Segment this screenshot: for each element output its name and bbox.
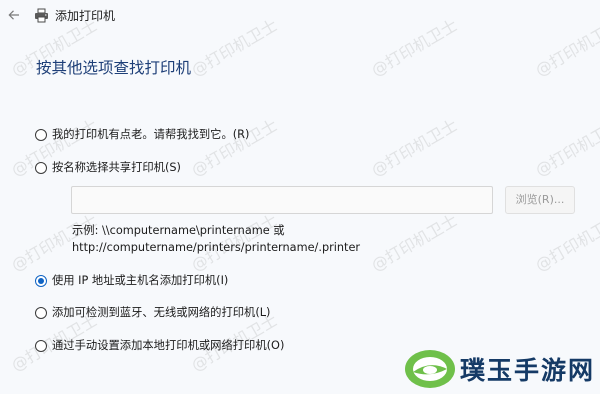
option-label: 使用 IP 地址或主机名添加打印机(I): [52, 274, 229, 287]
watermark-text: @打印机卫士: [532, 115, 600, 180]
option-manual-local-network[interactable]: 通过手动设置添加本地打印机或网络打印机(O): [35, 338, 284, 354]
option-label: 通过手动设置添加本地打印机或网络打印机(O): [52, 339, 285, 352]
shared-printer-name-input[interactable]: [71, 186, 493, 214]
option-ip-hostname[interactable]: 使用 IP 地址或主机名添加打印机(I): [35, 273, 228, 289]
back-button[interactable]: [6, 6, 22, 24]
radio-button-selected[interactable]: [35, 275, 47, 287]
option-label: 我的打印机有点老。请帮我找到它。(R): [52, 128, 250, 141]
watermark-text: @打印机卫士: [368, 115, 461, 180]
example-line: http://computername/printers/printername…: [72, 241, 361, 254]
radio-button[interactable]: [35, 129, 47, 141]
radio-button[interactable]: [35, 162, 47, 174]
brand-text: 璞玉手游网: [460, 356, 596, 385]
option-old-printer[interactable]: 我的打印机有点老。请帮我找到它。(R): [35, 127, 249, 143]
page-heading: 按其他选项查找打印机: [36, 59, 192, 77]
option-label: 按名称选择共享打印机(S): [52, 161, 181, 174]
brand-logo-icon: [405, 350, 455, 388]
window-title: 添加打印机: [55, 9, 116, 23]
watermark-text: @打印机卫士: [532, 210, 600, 275]
watermark-text: @打印机卫士: [368, 210, 461, 275]
brand-watermark: 璞玉手游网: [400, 343, 600, 393]
back-arrow-icon: [8, 10, 19, 20]
radio-button[interactable]: [35, 307, 47, 319]
option-label: 添加可检测到蓝牙、无线或网络的打印机(L): [52, 306, 271, 319]
printer-icon: [35, 8, 48, 23]
browse-button[interactable]: 浏览(R)...: [505, 186, 575, 214]
title-bar: 添加打印机: [0, 0, 600, 32]
option-bluetooth-wireless-network[interactable]: 添加可检测到蓝牙、无线或网络的打印机(L): [35, 305, 270, 321]
radio-button[interactable]: [35, 340, 47, 352]
option-shared-printer[interactable]: 按名称选择共享打印机(S): [35, 160, 181, 176]
watermark-text: @打印机卫士: [188, 115, 281, 180]
example-line: 示例: \\computername\printername 或: [72, 224, 285, 237]
